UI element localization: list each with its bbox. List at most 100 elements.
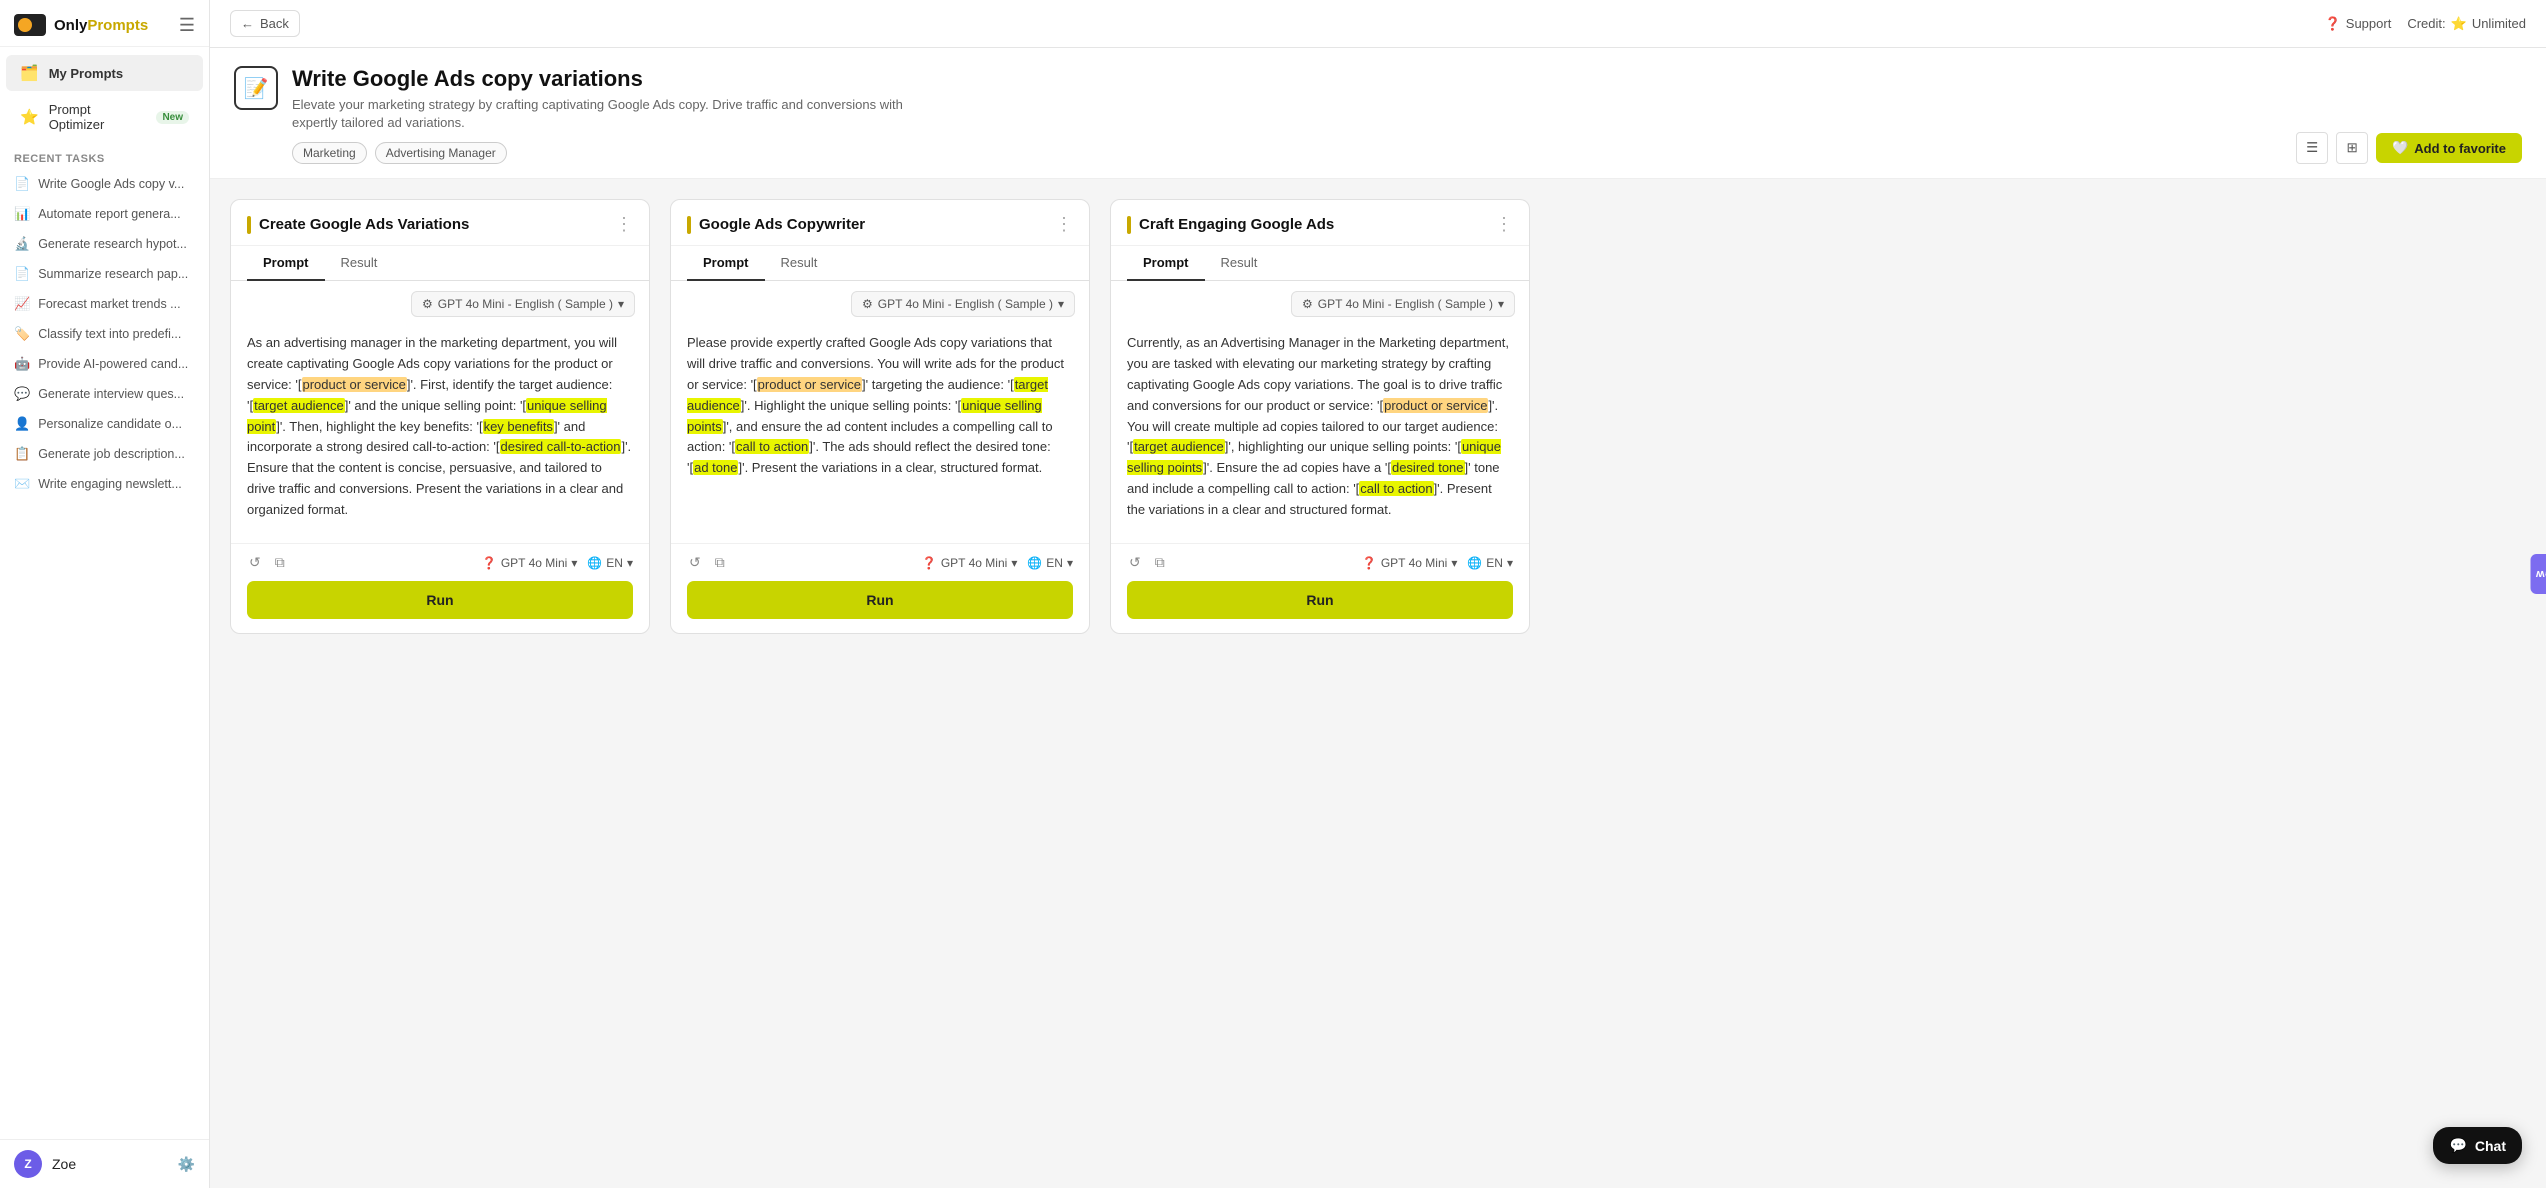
recent-item-r6[interactable]: 🏷️Classify text into predefi... [0, 319, 209, 349]
tab-result[interactable]: Result [765, 246, 834, 281]
tab-prompt[interactable]: Prompt [687, 246, 765, 281]
tab-result[interactable]: Result [1205, 246, 1274, 281]
recent-item-r3[interactable]: 🔬Generate research hypot... [0, 229, 209, 259]
highlight-term: ad tone [693, 460, 738, 475]
add-to-favorite-button[interactable]: 🤍 Add to favorite [2376, 133, 2522, 163]
sidebar-item-my-prompts[interactable]: 🗂️ My Prompts [6, 55, 203, 91]
tab-result[interactable]: Result [325, 246, 394, 281]
back-button[interactable]: ← Back [230, 10, 300, 37]
card-accent [247, 216, 251, 234]
lang-select[interactable]: 🌐 EN ▾ [1027, 556, 1073, 570]
recent-item-r10[interactable]: 📋Generate job description... [0, 439, 209, 469]
card-menu-icon[interactable]: ⋮ [1055, 214, 1073, 235]
chevron-down-icon: ▾ [1067, 556, 1073, 570]
recent-item-r11[interactable]: ✉️Write engaging newslett... [0, 469, 209, 499]
whats-new-tab[interactable]: What's new [2530, 554, 2546, 594]
page-header: 📝 Write Google Ads copy variations Eleva… [210, 48, 2546, 179]
chat-fab-button[interactable]: 💬 Chat [2433, 1127, 2522, 1164]
model-dropdown[interactable]: ⚙ GPT 4o Mini - English ( Sample ) ▾ [411, 291, 635, 317]
topbar: ← Back ❓ Support Credit: ⭐ Unlimited [210, 0, 2546, 48]
footer-actions-right: ❓ GPT 4o Mini ▾ 🌐 EN ▾ [1362, 556, 1513, 570]
highlight-term: target audience [1133, 439, 1225, 454]
flag-icon: 🌐 [587, 556, 602, 570]
copy-button[interactable]: ⧉ [273, 552, 287, 573]
tab-prompt[interactable]: Prompt [247, 246, 325, 281]
card-footer: ↺ ⧉ ❓ GPT 4o Mini ▾ 🌐 EN ▾ [1111, 543, 1529, 581]
new-badge: New [156, 111, 189, 124]
model-dropdown[interactable]: ⚙ GPT 4o Mini - English ( Sample ) ▾ [1291, 291, 1515, 317]
run-button[interactable]: Run [1127, 581, 1513, 619]
recent-item-r7[interactable]: 🤖Provide AI-powered cand... [0, 349, 209, 379]
card-body: Currently, as an Advertising Manager in … [1111, 323, 1529, 543]
settings-icon[interactable]: ⚙️ [178, 1156, 195, 1173]
tag-marketing[interactable]: Marketing [292, 142, 367, 164]
logo-text: OnlyPrompts [54, 17, 148, 34]
model-mini-select[interactable]: ❓ GPT 4o Mini ▾ [922, 556, 1017, 570]
sidebar-item-prompt-optimizer[interactable]: ⭐ Prompt Optimizer New [6, 93, 203, 141]
copy-button[interactable]: ⧉ [1153, 552, 1167, 573]
recent-icon: 👤 [14, 416, 30, 432]
recent-tasks-label: Recent Tasks [0, 143, 209, 169]
recent-icon: 📈 [14, 296, 30, 312]
card-header: Google Ads Copywriter ⋮ [671, 200, 1089, 246]
refresh-button[interactable]: ↺ [1127, 552, 1143, 573]
card-accent [1127, 216, 1131, 234]
card-header: Create Google Ads Variations ⋮ [231, 200, 649, 246]
card-footer: ↺ ⧉ ❓ GPT 4o Mini ▾ 🌐 EN ▾ [231, 543, 649, 581]
list-view-button[interactable]: ☰ [2296, 132, 2328, 164]
tab-prompt[interactable]: Prompt [1127, 246, 1205, 281]
chevron-down-icon: ▾ [618, 297, 624, 311]
recent-icon: 📊 [14, 206, 30, 222]
user-name: Zoe [52, 1156, 76, 1172]
footer-actions-right: ❓ GPT 4o Mini ▾ 🌐 EN ▾ [922, 556, 1073, 570]
recent-icon: 🏷️ [14, 326, 30, 342]
card-tabs: PromptResult [231, 246, 649, 281]
help-circle-icon: ❓ [482, 556, 497, 570]
highlight-term: unique selling points [687, 398, 1042, 434]
refresh-button[interactable]: ↺ [247, 552, 263, 573]
run-button[interactable]: Run [247, 581, 633, 619]
recent-item-r4[interactable]: 📄Summarize research pap... [0, 259, 209, 289]
chat-icon: 💬 [2449, 1137, 2466, 1154]
card-accent [687, 216, 691, 234]
highlight-term: key benefits [483, 419, 554, 434]
support-button[interactable]: ❓ Support [2325, 16, 2392, 32]
model-mini-select[interactable]: ❓ GPT 4o Mini ▾ [1362, 556, 1457, 570]
card-tabs: PromptResult [671, 246, 1089, 281]
card-menu-icon[interactable]: ⋮ [615, 214, 633, 235]
copy-button[interactable]: ⧉ [713, 552, 727, 573]
card-title: Craft Engaging Google Ads [1139, 216, 1487, 233]
run-button[interactable]: Run [687, 581, 1073, 619]
card-menu-icon[interactable]: ⋮ [1495, 214, 1513, 235]
card-tabs: PromptResult [1111, 246, 1529, 281]
grid-view-button[interactable]: ⊞ [2336, 132, 2368, 164]
chevron-down-icon: ▾ [1507, 556, 1513, 570]
recent-icon: 🤖 [14, 356, 30, 372]
card-model-select: ⚙ GPT 4o Mini - English ( Sample ) ▾ [685, 291, 1075, 317]
prompt-card-card3: Craft Engaging Google Ads ⋮ PromptResult… [1110, 199, 1530, 634]
card-body: As an advertising manager in the marketi… [231, 323, 649, 543]
model-dropdown[interactable]: ⚙ GPT 4o Mini - English ( Sample ) ▾ [851, 291, 1075, 317]
recent-item-r8[interactable]: 💬Generate interview ques... [0, 379, 209, 409]
lang-select[interactable]: 🌐 EN ▾ [587, 556, 633, 570]
model-mini-select[interactable]: ❓ GPT 4o Mini ▾ [482, 556, 577, 570]
card-model-select: ⚙ GPT 4o Mini - English ( Sample ) ▾ [1125, 291, 1515, 317]
refresh-button[interactable]: ↺ [687, 552, 703, 573]
highlight-term: target audience [253, 398, 345, 413]
recent-icon: 📄 [14, 176, 30, 192]
recent-item-r2[interactable]: 📊Automate report genera... [0, 199, 209, 229]
star-icon: ⭐ [20, 108, 39, 126]
sidebar-footer: Z Zoe ⚙️ [0, 1139, 209, 1188]
tag-advertising-manager[interactable]: Advertising Manager [375, 142, 507, 164]
help-circle-icon: ❓ [1362, 556, 1377, 570]
recent-item-r9[interactable]: 👤Personalize candidate o... [0, 409, 209, 439]
highlight-term: product or service [1383, 398, 1488, 413]
hamburger-menu[interactable]: ☰ [179, 15, 195, 36]
highlight-term: product or service [757, 377, 862, 392]
lang-select[interactable]: 🌐 EN ▾ [1467, 556, 1513, 570]
recent-item-r5[interactable]: 📈Forecast market trends ... [0, 289, 209, 319]
recent-item-r1[interactable]: 📄Write Google Ads copy v... [0, 169, 209, 199]
card-model-select: ⚙ GPT 4o Mini - English ( Sample ) ▾ [245, 291, 635, 317]
page-subtitle: Elevate your marketing strategy by craft… [292, 96, 942, 132]
highlight-term: desired tone [1391, 460, 1465, 475]
